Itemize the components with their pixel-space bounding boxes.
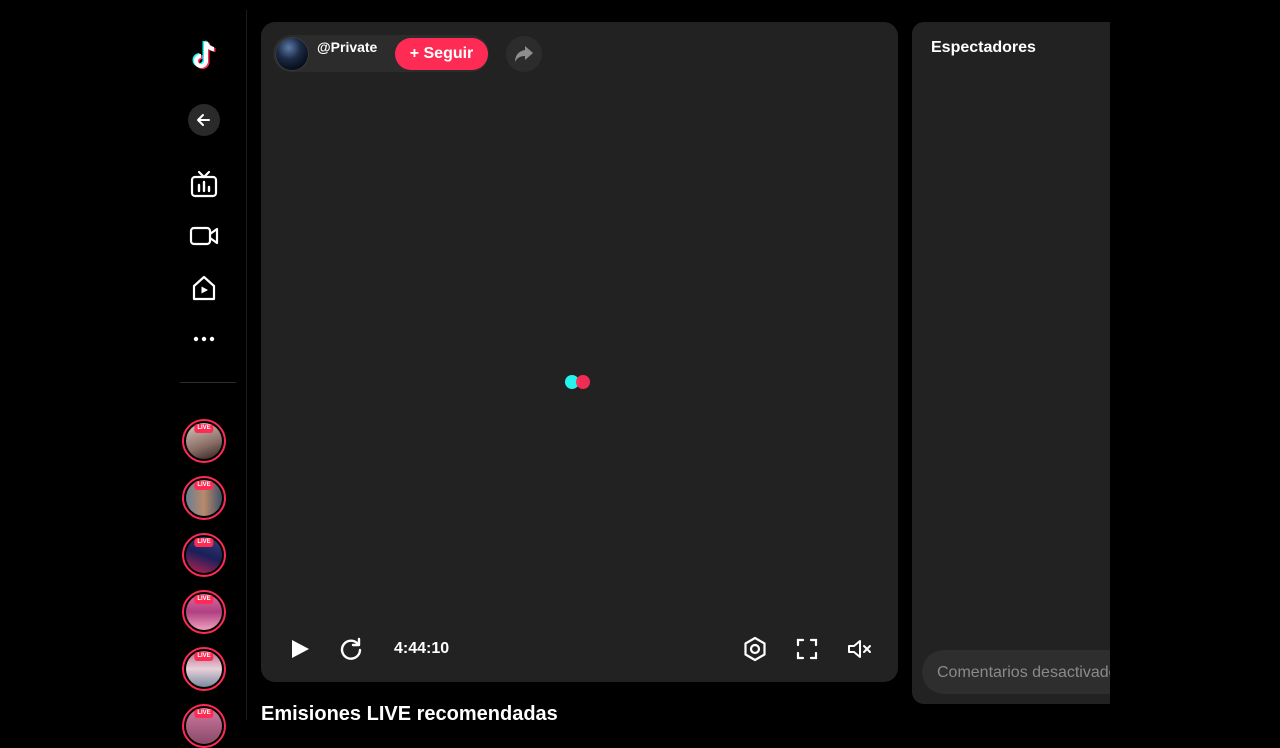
sidebar-section-divider [180,382,236,383]
fullscreen-icon [796,638,818,660]
settings-button[interactable] [740,634,770,664]
live-tv-icon[interactable] [188,168,220,200]
refresh-icon [340,637,362,660]
stream-duration: 4:44:10 [394,640,450,657]
recommended-live-title: Emisiones LIVE recomendadas [261,703,558,725]
live-account-avatar[interactable]: LIVE [182,419,226,463]
live-badge: LIVE [194,652,214,661]
arrow-left-icon [197,114,210,126]
loading-dot-red [576,375,590,389]
viewers-title: Espectadores [931,39,1036,56]
live-account-avatar[interactable]: LIVE [182,476,226,520]
tiktok-logo-icon[interactable] [186,36,222,76]
live-account-avatar[interactable]: LIVE [182,533,226,577]
host-name[interactable]: @Private [317,39,377,55]
settings-icon [744,636,766,662]
live-badge: LIVE [194,481,214,490]
live-account-avatar[interactable]: LIVE [182,647,226,691]
fullscreen-button[interactable] [792,634,822,664]
loading-spinner [565,375,595,391]
viewers-panel: Espectadores Comentarios desactivados [912,22,1110,704]
follow-button[interactable]: + Seguir [395,38,488,70]
live-account-avatar[interactable]: LIVE [182,704,226,748]
home-play-icon[interactable] [188,272,220,304]
mute-icon [848,640,871,658]
play-icon [292,640,309,658]
host-avatar[interactable] [275,37,309,71]
live-account-avatar[interactable]: LIVE [182,590,226,634]
live-badge: LIVE [194,424,214,433]
refresh-button[interactable] [336,634,366,664]
share-button[interactable] [506,36,542,72]
live-badge: LIVE [194,709,214,718]
live-badge: LIVE [194,538,214,547]
play-button[interactable] [285,634,315,664]
live-badge: LIVE [194,595,214,604]
video-camera-icon[interactable] [188,220,220,252]
mute-button[interactable] [845,634,875,664]
sidebar-divider [246,10,247,720]
share-arrow-icon [515,46,533,62]
comments-disabled-text: Comentarios desactivados [937,664,1110,681]
comments-disabled-box: Comentarios desactivados [922,650,1110,694]
back-button[interactable] [188,104,220,136]
live-video-player[interactable]: @Private + Seguir 4:44:10 [261,22,898,682]
more-dots-icon[interactable] [188,323,220,355]
